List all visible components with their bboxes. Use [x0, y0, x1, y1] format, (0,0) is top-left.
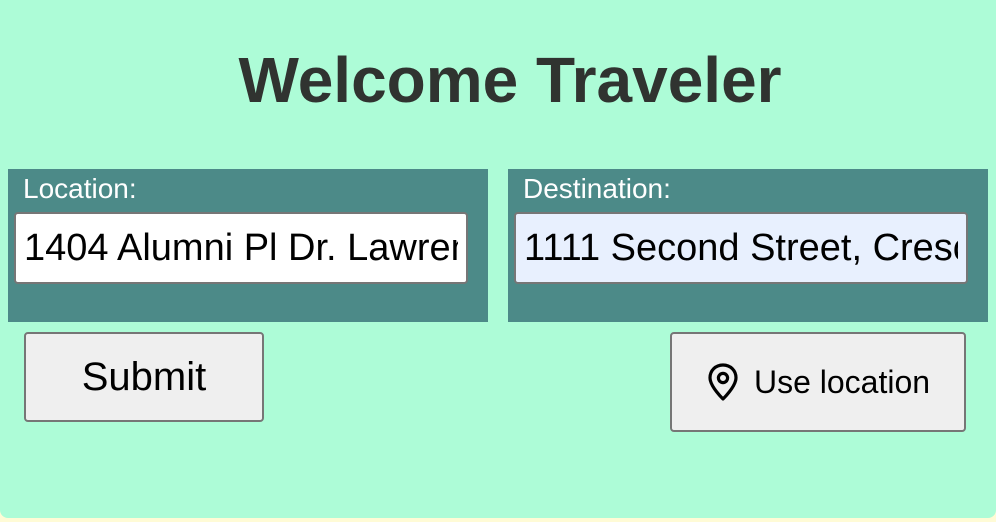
location-input[interactable] — [14, 212, 468, 284]
destination-panel: Destination: — [508, 169, 988, 322]
location-label: Location: — [23, 173, 137, 204]
use-location-label: Use location — [753, 363, 931, 400]
destination-input[interactable] — [514, 212, 968, 284]
map-pin-icon — [706, 363, 740, 401]
submit-button[interactable]: Submit — [24, 332, 264, 422]
page: Welcome Traveler Location: Destination: … — [0, 0, 996, 518]
use-location-button[interactable]: Use location — [670, 332, 966, 432]
submit-button-label: Submit — [81, 354, 207, 399]
destination-label: Destination: — [523, 173, 671, 204]
page-title: Welcome Traveler — [238, 44, 782, 116]
location-panel: Location: — [8, 169, 488, 322]
